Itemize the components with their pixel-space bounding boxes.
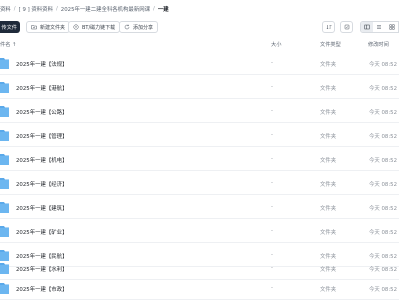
file-name[interactable]: 2025年一建【港航】 [16,84,67,92]
table-row[interactable]: 2025年一建【经济】 - 文件夹 今天 08:52 [0,171,399,195]
column-header-type[interactable]: 文件类型 [320,41,341,48]
folder-icon [0,130,9,141]
view-list-button[interactable] [373,22,385,32]
checkbox-icon [344,24,349,30]
breadcrumb-separator: / [153,6,155,12]
column-name-label: 件名 [0,42,11,48]
file-type: 文件夹 [320,182,337,188]
file-size: - [271,204,273,210]
file-modified-time: 今天 08:52 [369,62,398,68]
table-row[interactable]: 2025年一建【法规】 - 文件夹 今天 08:52 [0,51,399,75]
column-header-size[interactable]: 大小 [271,41,281,48]
table-row[interactable]: 2025年一建【矿业】 - 文件夹 今天 08:52 [0,219,399,243]
file-size: - [271,228,273,234]
file-size: - [271,285,273,291]
folder-icon [0,58,9,69]
folder-icon [0,106,9,117]
table-row[interactable]: 2025年一建【港航】 - 文件夹 今天 08:52 [0,75,399,99]
folder-icon [0,178,9,189]
columns-icon [364,24,370,30]
sort-icon [326,25,331,30]
column-header-time[interactable]: 修改时间 [368,41,389,48]
breadcrumb-item[interactable]: [ 9 ] 资料资料 [19,5,53,13]
new-folder-button[interactable]: 新建文件夹 [26,21,71,33]
table-row[interactable]: 2025年一建【管理】 - 文件夹 今天 08:52 [0,123,399,147]
sort-arrow-icon: ↑ [12,42,17,48]
toolbar: 传文件 新建文件夹 BT/磁力链下载 添加分享 [0,21,399,33]
file-name[interactable]: 2025年一建【机电】 [16,156,67,164]
file-modified-time: 今天 08:52 [369,86,398,92]
file-type: 文件夹 [320,230,337,236]
file-name[interactable]: 2025年一建【水利】 [16,265,67,273]
breadcrumb-separator: / [13,6,16,12]
file-modified-time: 今天 08:52 [369,158,398,164]
file-name[interactable]: 2025年一建【法规】 [16,60,67,68]
file-modified-time: 今天 08:52 [369,287,398,293]
breadcrumb: 资料 / [ 9 ] 资料资料 / 2025年一建二建全科各机构最新网课 / 一… [0,2,169,16]
folder-icon [0,154,9,165]
file-modified-time: 今天 08:52 [369,182,398,188]
select-button[interactable] [340,21,353,33]
file-name[interactable]: 2025年一建【市政】 [16,285,67,293]
file-name[interactable]: 2025年一建【建筑】 [16,204,67,212]
file-name[interactable]: 2025年一建【管理】 [16,132,67,140]
breadcrumb-item[interactable]: 资料 [0,5,11,13]
file-modified-time: 今天 08:52 [369,110,398,116]
folder-icon [0,82,9,93]
sort-button[interactable] [322,21,335,33]
view-switcher [360,21,399,33]
folder-icon [0,202,9,213]
file-type: 文件夹 [320,134,337,140]
file-size: - [271,180,273,186]
file-modified-time: 今天 08:52 [369,134,398,140]
file-type: 文件夹 [320,62,337,68]
file-modified-time: 今天 08:52 [369,230,398,236]
column-header-name[interactable]: 件名 ↑ [0,41,16,48]
file-type: 文件夹 [320,86,337,92]
file-modified-time: 今天 08:52 [369,267,398,273]
file-type: 文件夹 [320,287,337,293]
grid-icon [389,24,395,30]
table-row[interactable]: 2025年一建【机电】 - 文件夹 今天 08:52 [0,147,399,171]
file-size: - [271,132,273,138]
folder-icon [0,283,9,294]
add-share-label: 添加分享 [133,24,154,31]
breadcrumb-item[interactable]: 2025年一建二建全科各机构最新网课 [61,5,150,13]
file-type: 文件夹 [320,267,337,273]
folder-icon [0,263,9,274]
file-size: - [271,108,273,114]
view-grid-button[interactable] [386,22,398,32]
file-size: - [271,156,273,162]
new-folder-label: 新建文件夹 [40,24,66,31]
offline-download-label: BT/磁力链下载 [82,24,116,31]
file-type: 文件夹 [320,110,337,116]
file-size: - [271,265,273,271]
breadcrumb-current: 一建 [157,7,169,13]
folder-plus-icon [31,25,37,30]
magnet-icon [73,24,79,30]
file-name[interactable]: 2025年一建【矿业】 [16,228,67,236]
refresh-icon [124,24,130,30]
folder-icon [0,226,9,237]
add-share-button[interactable]: 添加分享 [119,21,159,33]
file-name[interactable]: 2025年一建【经济】 [16,180,67,188]
file-modified-time: 今天 08:52 [369,206,398,212]
upload-button[interactable]: 传文件 [0,21,20,33]
offline-download-button[interactable]: BT/磁力链下载 [68,21,121,33]
table-row[interactable]: 2025年一建【市政】 - 文件夹 今天 08:52 [0,276,399,300]
list-icon [377,25,382,29]
file-type: 文件夹 [320,206,337,212]
file-name[interactable]: 2025年一建【公路】 [16,108,67,116]
table-row[interactable]: 2025年一建【建筑】 - 文件夹 今天 08:52 [0,195,399,219]
breadcrumb-separator: / [55,6,58,12]
view-detail-button[interactable] [361,22,374,32]
table-row[interactable]: 2025年一建【公路】 - 文件夹 今天 08:52 [0,99,399,123]
file-type: 文件夹 [320,158,337,164]
file-list-header: 件名 ↑ 大小 文件类型 修改时间 [0,40,399,50]
file-size: - [271,84,273,90]
file-size: - [271,60,273,66]
